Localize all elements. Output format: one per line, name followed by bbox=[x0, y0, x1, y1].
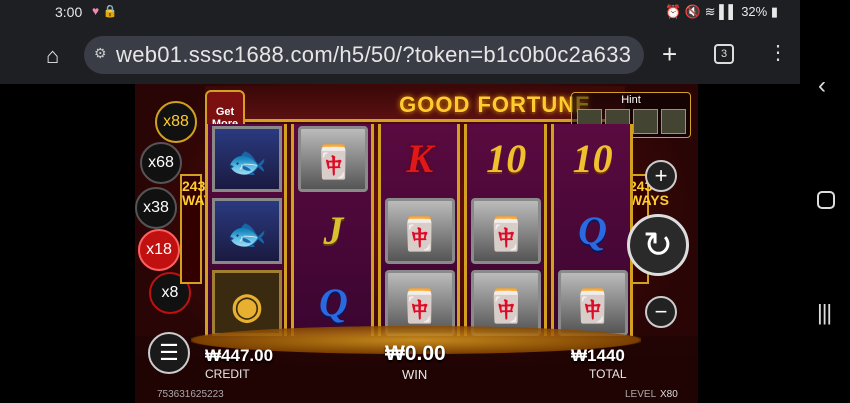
reel-1: 🐟 🐟 ◉ bbox=[205, 124, 288, 336]
symbol-j: J bbox=[323, 208, 344, 253]
level-value: X80 bbox=[660, 389, 678, 400]
title-banner: GOOD FORTUNE bbox=[205, 86, 625, 122]
win-value: ₩0.00 bbox=[385, 342, 446, 365]
recents-icon[interactable]: ||| bbox=[817, 300, 832, 326]
bet-increase-button[interactable]: + bbox=[645, 160, 677, 192]
clock: 3:00 bbox=[55, 4, 83, 20]
slot-game: GOOD FORTUNE Get More Hint x88 x68 x38 x… bbox=[135, 84, 698, 403]
symbol-k: K bbox=[406, 136, 434, 181]
symbol-fish: 🐟 bbox=[212, 126, 282, 192]
total-value: ₩1440 bbox=[571, 346, 625, 365]
symbol-fish: 🐟 bbox=[212, 198, 282, 264]
symbol-ten: 10 bbox=[572, 136, 613, 181]
reel-4: 10 🀄 🀄 bbox=[464, 124, 547, 336]
home-button-icon[interactable] bbox=[817, 191, 835, 209]
reel-3: K 🀄 🀄 bbox=[377, 124, 461, 336]
reels: 🐟 🐟 ◉ 🀄 J Q K 🀄 🀄 10 🀄 🀄 10 Q 🀄 bbox=[205, 124, 634, 336]
multiplier-x88: x88 bbox=[155, 101, 197, 143]
win-label: WIN bbox=[402, 367, 428, 382]
hint-label: Hint bbox=[621, 94, 641, 106]
notification-icons: ♥ 🔒 bbox=[92, 4, 118, 18]
tab-switcher-button[interactable]: 3 bbox=[714, 44, 734, 64]
reel-5: 10 Q 🀄 bbox=[550, 124, 634, 336]
symbol-fan: 🀄 bbox=[384, 198, 455, 264]
menu-button[interactable]: ☰ bbox=[148, 332, 190, 374]
back-icon[interactable]: ‹ bbox=[818, 72, 826, 100]
multiplier-x38: x38 bbox=[135, 187, 177, 229]
spin-button[interactable]: ↻ bbox=[627, 214, 689, 276]
symbol-q: Q bbox=[578, 208, 608, 253]
new-tab-icon[interactable]: + bbox=[662, 39, 677, 70]
system-nav-bar: ‹ ||| bbox=[800, 0, 850, 403]
fan-icon bbox=[633, 109, 658, 134]
reel-2: 🀄 J Q bbox=[291, 124, 374, 336]
round-id: 753631625223 bbox=[157, 389, 224, 400]
credit-value: ₩447.00 bbox=[205, 346, 274, 365]
ways-badge-left: 243 WAYS bbox=[180, 174, 222, 284]
battery-level: 32% bbox=[741, 4, 768, 19]
more-menu-icon[interactable]: ⋮ bbox=[768, 40, 788, 65]
level-label: LEVEL bbox=[625, 389, 657, 400]
system-icons: ⏰ 🔇 ≋ ▌▌ 32% ▮ bbox=[665, 4, 778, 19]
total-label: TOTAL bbox=[589, 367, 627, 381]
multiplier-x68: x68 bbox=[140, 142, 182, 184]
symbol-fan: 🀄 bbox=[298, 126, 369, 192]
home-icon[interactable]: ⌂ bbox=[46, 43, 59, 69]
credit-label: CREDIT bbox=[205, 367, 250, 381]
status-bar: 3:00 ♥ 🔒 ⏰ 🔇 ≋ ▌▌ 32% ▮ bbox=[0, 0, 800, 26]
symbol-ten: 10 bbox=[486, 136, 527, 181]
multiplier-x18-active: x18 bbox=[138, 229, 180, 271]
site-settings-icon[interactable]: ⚙ bbox=[94, 45, 107, 62]
symbol-fan: 🀄 bbox=[471, 198, 542, 264]
coin-icon bbox=[661, 109, 686, 134]
bet-decrease-button[interactable]: − bbox=[645, 296, 677, 328]
url-text[interactable]: web01.sssc1688.com/h5/50/?token=b1c0b0c2… bbox=[116, 42, 631, 68]
browser-toolbar: ⌂ ⚙ web01.sssc1688.com/h5/50/?token=b1c0… bbox=[0, 26, 800, 84]
address-bar[interactable]: ⚙ web01.sssc1688.com/h5/50/?token=b1c0b0… bbox=[84, 36, 644, 74]
